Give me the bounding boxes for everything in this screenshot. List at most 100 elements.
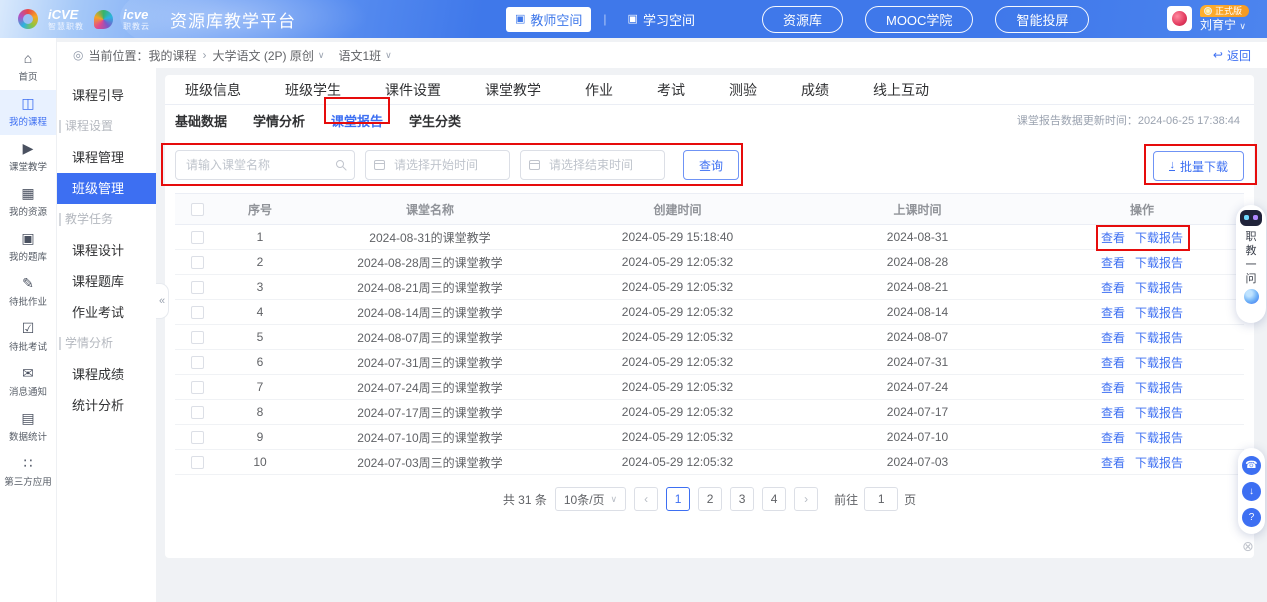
sidebar-item-my-courses[interactable]: ◫我的课程 bbox=[0, 90, 56, 135]
search-button[interactable]: 查询 bbox=[683, 150, 739, 180]
breadcrumb-my-courses[interactable]: 我的课程 bbox=[149, 47, 197, 64]
sidebar-item-classroom-teaching[interactable]: ▶课堂教学 bbox=[0, 135, 56, 180]
sidebar-item-my-question-bank[interactable]: ▣我的题库 bbox=[0, 225, 56, 270]
pending-homework-icon: ✎ bbox=[22, 276, 34, 290]
user-area[interactable]: 正式版 刘育宁 ∨ bbox=[1167, 5, 1249, 33]
row-checkbox[interactable] bbox=[191, 231, 204, 244]
page-button-4[interactable]: 4 bbox=[762, 487, 786, 511]
user-name[interactable]: 刘育宁 ∨ bbox=[1200, 19, 1246, 33]
avatar[interactable] bbox=[1167, 6, 1192, 31]
end-time-input[interactable] bbox=[520, 150, 665, 180]
tab-class-info[interactable]: 班级信息 bbox=[185, 80, 241, 100]
tab-exam[interactable]: 考试 bbox=[657, 80, 685, 100]
cell-no: 10 bbox=[220, 455, 300, 469]
chevron-down-icon[interactable]: ∨ bbox=[318, 50, 325, 61]
view-link[interactable]: 查看 bbox=[1101, 456, 1125, 470]
row-checkbox[interactable] bbox=[191, 406, 204, 419]
row-checkbox[interactable] bbox=[191, 456, 204, 469]
download-report-link[interactable]: 下载报告 bbox=[1135, 306, 1183, 320]
tab-courseware-settings[interactable]: 课件设置 bbox=[385, 80, 441, 100]
view-link[interactable]: 查看 bbox=[1101, 356, 1125, 370]
page-size-select[interactable]: 10条/页∨ bbox=[555, 487, 626, 511]
row-checkbox[interactable] bbox=[191, 331, 204, 344]
download-report-link[interactable]: 下载报告 bbox=[1135, 456, 1183, 470]
sidebar-collapse-handle[interactable]: « bbox=[156, 283, 169, 319]
sidebar-item-pending-exams[interactable]: ☑待批考试 bbox=[0, 315, 56, 360]
sidebar-item-data-statistics[interactable]: ▤数据统计 bbox=[0, 405, 56, 450]
sidebar-item-my-resources[interactable]: ▦我的资源 bbox=[0, 180, 56, 225]
tab-homework[interactable]: 作业 bbox=[585, 80, 613, 100]
download-report-link[interactable]: 下载报告 bbox=[1135, 356, 1183, 370]
tab-grades[interactable]: 成绩 bbox=[801, 80, 829, 100]
subtab-student-classification[interactable]: 学生分类 bbox=[409, 111, 461, 130]
row-checkbox[interactable] bbox=[191, 381, 204, 394]
help-icon[interactable]: ? bbox=[1242, 508, 1261, 527]
breadcrumb-class[interactable]: 语文1班 bbox=[338, 47, 381, 64]
prev-page-button[interactable]: ‹ bbox=[634, 487, 658, 511]
row-checkbox[interactable] bbox=[191, 281, 204, 294]
view-link[interactable]: 查看 bbox=[1101, 331, 1125, 345]
download-icon[interactable]: ↓ bbox=[1242, 482, 1261, 501]
menu-item-course-grades[interactable]: 课程成绩 bbox=[57, 359, 156, 390]
tab-classroom-teaching[interactable]: 课堂教学 bbox=[485, 80, 541, 100]
resource-library-button[interactable]: 资源库 bbox=[762, 6, 843, 33]
sidebar-item-pending-homework[interactable]: ✎待批作业 bbox=[0, 270, 56, 315]
support-icon[interactable]: ☎ bbox=[1242, 456, 1261, 475]
page-button-2[interactable]: 2 bbox=[698, 487, 722, 511]
tab-quiz[interactable]: 测验 bbox=[729, 80, 757, 100]
download-report-link[interactable]: 下载报告 bbox=[1135, 406, 1183, 420]
menu-item-course-management[interactable]: 课程管理 bbox=[57, 142, 156, 173]
next-page-button[interactable]: › bbox=[794, 487, 818, 511]
row-checkbox-cell bbox=[175, 430, 220, 444]
class-name-input[interactable] bbox=[175, 150, 355, 180]
download-report-link[interactable]: 下载报告 bbox=[1135, 331, 1183, 345]
page-button-1[interactable]: 1 bbox=[666, 487, 690, 511]
view-link[interactable]: 查看 bbox=[1101, 281, 1125, 295]
row-checkbox[interactable] bbox=[191, 256, 204, 269]
sidebar-item-messages[interactable]: ✉消息通知 bbox=[0, 360, 56, 405]
toolbar-collapse-icon[interactable]: ⊗ bbox=[1242, 538, 1254, 555]
smart-screen-button[interactable]: 智能投屏 bbox=[995, 6, 1089, 33]
goto-page-input[interactable] bbox=[864, 487, 898, 511]
select-all-checkbox[interactable] bbox=[191, 203, 204, 216]
row-checkbox[interactable] bbox=[191, 306, 204, 319]
menu-item-course-question-bank[interactable]: 课程题库 bbox=[57, 266, 156, 297]
batch-download-button[interactable]: ↓ 批量下载 bbox=[1153, 151, 1244, 181]
tab-online-interaction[interactable]: 线上互动 bbox=[873, 80, 929, 100]
row-checkbox[interactable] bbox=[191, 431, 204, 444]
download-report-link[interactable]: 下载报告 bbox=[1135, 231, 1183, 245]
menu-item-statistical-analysis[interactable]: 统计分析 bbox=[57, 390, 156, 421]
download-report-link[interactable]: 下载报告 bbox=[1135, 281, 1183, 295]
mooc-college-button[interactable]: MOOC学院 bbox=[865, 6, 973, 33]
subtab-class-report[interactable]: 课堂报告 bbox=[331, 111, 383, 130]
view-link[interactable]: 查看 bbox=[1101, 231, 1125, 245]
view-link[interactable]: 查看 bbox=[1101, 306, 1125, 320]
nav-learning-space[interactable]: ▣学习空间 bbox=[619, 7, 704, 32]
view-link[interactable]: 查看 bbox=[1101, 381, 1125, 395]
breadcrumb-course[interactable]: 大学语文 (2P) 原创 bbox=[213, 47, 314, 64]
view-link[interactable]: 查看 bbox=[1101, 406, 1125, 420]
statistics-icon: ▤ bbox=[21, 411, 34, 425]
menu-item-course-design[interactable]: 课程设计 bbox=[57, 235, 156, 266]
download-report-link[interactable]: 下载报告 bbox=[1135, 381, 1183, 395]
row-checkbox[interactable] bbox=[191, 356, 204, 369]
view-link[interactable]: 查看 bbox=[1101, 431, 1125, 445]
assistant-widget[interactable]: 职教一问 bbox=[1236, 205, 1266, 323]
back-button[interactable]: ↩返回 bbox=[1213, 47, 1251, 64]
download-report-link[interactable]: 下载报告 bbox=[1135, 256, 1183, 270]
cell-created-time: 2024-05-29 12:05:32 bbox=[560, 430, 795, 444]
subtab-basic-data[interactable]: 基础数据 bbox=[175, 111, 227, 130]
sidebar-item-home[interactable]: ⌂首页 bbox=[0, 45, 56, 90]
start-time-input[interactable] bbox=[365, 150, 510, 180]
nav-teacher-space[interactable]: ▣教师空间 bbox=[506, 7, 591, 32]
chevron-down-icon[interactable]: ∨ bbox=[385, 50, 392, 61]
download-report-link[interactable]: 下载报告 bbox=[1135, 431, 1183, 445]
menu-item-homework-exam[interactable]: 作业考试 bbox=[57, 297, 156, 328]
sidebar-item-third-party-apps[interactable]: ∷第三方应用 bbox=[0, 450, 56, 495]
page-button-3[interactable]: 3 bbox=[730, 487, 754, 511]
subtab-learning-analysis[interactable]: 学情分析 bbox=[253, 111, 305, 130]
menu-item-course-guide[interactable]: 课程引导 bbox=[57, 80, 156, 111]
menu-item-class-management[interactable]: 班级管理 bbox=[57, 173, 156, 204]
tab-class-students[interactable]: 班级学生 bbox=[285, 80, 341, 100]
view-link[interactable]: 查看 bbox=[1101, 256, 1125, 270]
